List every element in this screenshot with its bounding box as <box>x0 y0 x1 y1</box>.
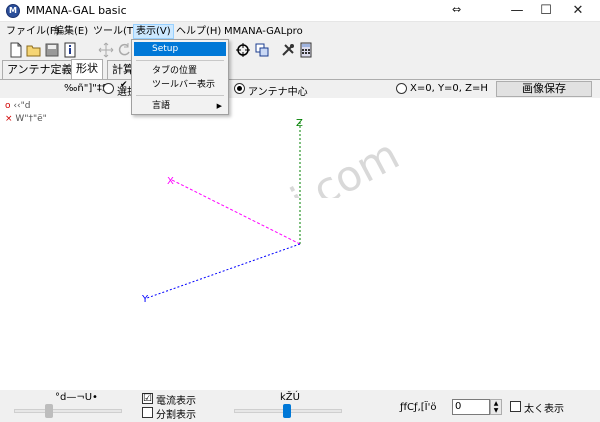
new-file-icon[interactable] <box>8 42 24 58</box>
view-menu-dropdown: Setup タブの位置 ✔ ツールバー表示 言語 ▶ <box>120 39 229 115</box>
menu-help[interactable]: ヘルプ(H) <box>174 24 223 39</box>
target-icon[interactable] <box>235 42 251 58</box>
open-folder-icon[interactable] <box>26 42 42 58</box>
spin-buttons[interactable]: ▲ ▼ <box>490 399 502 415</box>
menu-item-language-label: 言語 <box>152 101 171 111</box>
antenna-view-canvas[interactable]: o ‹‹"d × W"†"ë" Z X Y © jh4vaj.com <box>0 98 600 390</box>
tools-icon[interactable] <box>280 42 296 58</box>
menu-view[interactable]: 表示(V) <box>133 24 174 39</box>
menu-item-tab-position[interactable]: タブの位置 <box>134 64 226 78</box>
tab-antenna-definition[interactable]: アンテナ定義 <box>2 60 78 79</box>
current-display-checkbox[interactable]: ☑ <box>142 393 153 404</box>
zoom-label: kŽÚ <box>280 392 300 403</box>
z-axis-label: Z <box>296 118 303 129</box>
select-radio[interactable] <box>103 83 114 94</box>
options-label: ‰ñ"]"‡S <box>64 83 109 94</box>
menu-pro[interactable]: MMANA-GALpro <box>222 24 305 39</box>
checkmark-icon: ✔ <box>120 80 128 90</box>
resize-icon: ⇔ <box>452 3 462 16</box>
rotate-icon[interactable] <box>116 42 132 58</box>
spin-label: ƒfCƒ‚[Ï'ö <box>400 402 437 413</box>
app-icon[interactable]: M <box>6 4 20 18</box>
split-display-checkbox[interactable] <box>142 407 153 418</box>
maximize-button[interactable]: ☐ <box>531 0 561 22</box>
origin-label: X=0, Y=0, Z=H <box>410 83 488 94</box>
origin-radio[interactable] <box>396 83 407 94</box>
rotation-slider-thumb[interactable] <box>45 404 53 418</box>
menu-item-setup[interactable]: Setup <box>134 42 226 56</box>
menu-edit[interactable]: 編集(E) <box>52 24 90 39</box>
submenu-arrow-icon: ▶ <box>216 102 222 110</box>
menu-separator <box>136 60 224 61</box>
menu-tools[interactable]: ツール(T) <box>91 24 139 39</box>
zoom-slider-thumb[interactable] <box>283 404 291 418</box>
window-title: MMANA-GAL basic <box>26 4 127 17</box>
tab-shape[interactable]: 形状 <box>71 59 103 80</box>
save-disk-icon[interactable] <box>44 42 60 58</box>
current-display-label: 電流表示 <box>156 396 196 407</box>
title-bar: M MMANA-GAL basic ⇔ — ☐ ✕ <box>0 0 600 22</box>
copy-windows-icon[interactable] <box>254 42 270 58</box>
close-button[interactable]: ✕ <box>563 0 593 22</box>
menu-item-toolbar-show[interactable]: ✔ ツールバー表示 <box>120 78 226 92</box>
info-icon[interactable] <box>62 42 78 58</box>
rotation-slider-track[interactable] <box>14 409 122 413</box>
split-display-label: 分割表示 <box>156 410 196 421</box>
spin-value-input[interactable]: 0 <box>452 399 490 415</box>
x-axis-label: X <box>167 176 174 187</box>
menu-item-toolbar-show-label: ツールバー表示 <box>152 80 216 90</box>
rotation-speed-label: °d—¬U• <box>55 392 98 403</box>
x-axis-line <box>171 179 301 245</box>
save-image-button[interactable]: 画像保存 <box>496 81 592 97</box>
minimize-button[interactable]: — <box>502 0 532 22</box>
toolbar <box>0 40 600 60</box>
antenna-center-radio[interactable] <box>234 83 245 94</box>
calculator-icon[interactable] <box>298 42 314 58</box>
bold-display-label: 太く表示 <box>524 404 564 415</box>
y-axis-line <box>146 243 301 299</box>
move-icon[interactable] <box>98 42 114 58</box>
y-axis-label: Y <box>141 294 149 305</box>
menu-separator <box>136 95 224 96</box>
menu-bar: ファイル(F) 編集(E) ツール(T) 表示(V) ヘルプ(H) MMANA-… <box>0 22 600 40</box>
menu-item-language[interactable]: 言語 ▶ <box>134 99 226 113</box>
bold-display-checkbox[interactable] <box>510 401 521 412</box>
axes-drawing: Z X Y <box>141 118 303 305</box>
bottom-controls: °d—¬U• ☑ 電流表示 分割表示 kŽÚ ƒfCƒ‚[Ï'ö 太く表示 <box>0 390 600 422</box>
antenna-center-label: アンテナ中心 <box>248 87 308 98</box>
